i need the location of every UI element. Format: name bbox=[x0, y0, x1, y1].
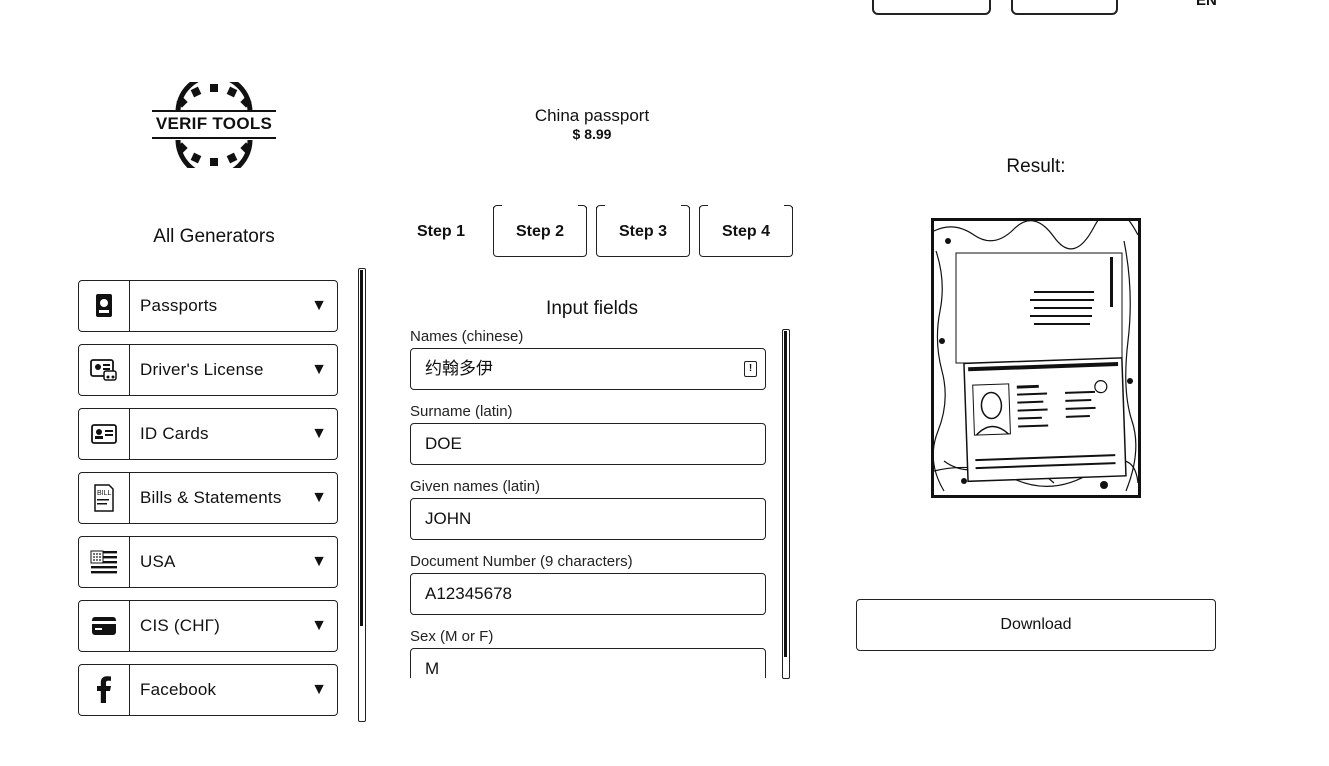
chevron-down-icon[interactable]: ▼ bbox=[301, 297, 337, 315]
passport-icon bbox=[79, 281, 130, 331]
generator-list: Passports ▼ Driver's License ▼ ID Cards … bbox=[78, 280, 338, 728]
sidebar-item-label: ID Cards bbox=[140, 424, 209, 443]
language-selector[interactable]: EN bbox=[1196, 0, 1217, 9]
input-value: 约翰多伊 bbox=[425, 359, 493, 378]
sidebar-item-label: CIS (СНГ) bbox=[140, 616, 220, 635]
credit-card-icon bbox=[79, 601, 130, 651]
verif-tools-logo[interactable]: VERIF TOOLS bbox=[148, 73, 280, 179]
chevron-down-icon[interactable]: ▼ bbox=[301, 425, 337, 443]
chevron-down-icon[interactable]: ▼ bbox=[301, 553, 337, 571]
tab-step-3[interactable]: Step 3 bbox=[596, 205, 690, 257]
sidebar-item-label: USA bbox=[140, 552, 176, 571]
surname-input[interactable]: DOE bbox=[410, 423, 766, 465]
bill-icon: BILL bbox=[79, 473, 130, 523]
field-label: Sex (M or F) bbox=[410, 628, 494, 645]
sidebar-item-usa[interactable]: USA ▼ bbox=[78, 536, 338, 588]
download-button[interactable]: Download bbox=[856, 599, 1216, 651]
tab-step-2[interactable]: Step 2 bbox=[493, 205, 587, 257]
document-number-input[interactable]: A12345678 bbox=[410, 573, 766, 615]
sidebar-item-label: Bills & Statements bbox=[140, 488, 282, 507]
warning-icon: ! bbox=[744, 361, 757, 377]
sidebar-item-label: Facebook bbox=[140, 680, 217, 699]
sidebar-item-id-cards[interactable]: ID Cards ▼ bbox=[78, 408, 338, 460]
chevron-down-icon[interactable]: ▼ bbox=[301, 361, 337, 379]
field-sex: Sex (M or F) M bbox=[410, 626, 770, 678]
passport-preview-image bbox=[931, 218, 1141, 498]
facebook-icon bbox=[79, 665, 130, 715]
product-title: China passport bbox=[534, 106, 650, 125]
field-surname: Surname (latin) DOE bbox=[410, 401, 770, 465]
sidebar-item-bills[interactable]: BILL Bills & Statements ▼ bbox=[78, 472, 338, 524]
sidebar-item-facebook[interactable]: Facebook ▼ bbox=[78, 664, 338, 716]
names-chinese-input[interactable]: 约翰多伊 ! bbox=[410, 348, 766, 390]
field-given-names: Given names (latin) JOHN bbox=[410, 476, 770, 540]
sidebar-item-label: Driver's License bbox=[140, 360, 264, 379]
result-title: Result: bbox=[1006, 156, 1066, 177]
chevron-down-icon[interactable]: ▼ bbox=[301, 617, 337, 635]
input-form: Names (chinese) 约翰多伊 ! Surname (latin) D… bbox=[410, 326, 770, 678]
drivers-license-icon bbox=[79, 345, 130, 395]
sex-input[interactable]: M bbox=[410, 648, 766, 678]
svg-text:BILL: BILL bbox=[97, 490, 112, 497]
input-value: JOHN bbox=[425, 509, 472, 528]
field-label: Given names (latin) bbox=[410, 478, 541, 495]
sidebar-item-drivers-license[interactable]: Driver's License ▼ bbox=[78, 344, 338, 396]
tab-step-1[interactable]: Step 1 bbox=[394, 207, 488, 257]
id-card-icon bbox=[79, 409, 130, 459]
chevron-down-icon[interactable]: ▼ bbox=[301, 489, 337, 507]
scrollbar-thumb[interactable] bbox=[784, 331, 787, 657]
input-value: M bbox=[425, 659, 440, 678]
sidebar-title: All Generators bbox=[153, 226, 275, 247]
sidebar-item-label: Passports bbox=[140, 296, 218, 315]
sidebar-item-cis[interactable]: CIS (СНГ) ▼ bbox=[78, 600, 338, 652]
header-button-2[interactable] bbox=[1011, 0, 1118, 15]
passport-photo-icon bbox=[934, 221, 1138, 495]
product-price: $ 8.99 bbox=[572, 126, 612, 142]
field-document-number: Document Number (9 characters) A12345678 bbox=[410, 551, 770, 615]
sidebar-item-passports[interactable]: Passports ▼ bbox=[78, 280, 338, 332]
sidebar-scrollbar[interactable] bbox=[358, 268, 366, 722]
given-names-input[interactable]: JOHN bbox=[410, 498, 766, 540]
input-fields-title: Input fields bbox=[546, 298, 638, 319]
field-label: Document Number (9 characters) bbox=[410, 553, 633, 570]
us-flag-icon bbox=[79, 537, 130, 587]
input-value: DOE bbox=[425, 434, 462, 453]
input-value: A12345678 bbox=[425, 584, 512, 603]
header-button-1[interactable] bbox=[872, 0, 991, 15]
chevron-down-icon[interactable]: ▼ bbox=[301, 681, 337, 699]
logo-text: VERIF TOOLS bbox=[155, 114, 273, 133]
field-label: Names (chinese) bbox=[410, 328, 524, 345]
field-names-chinese: Names (chinese) 约翰多伊 ! bbox=[410, 326, 770, 390]
form-scrollbar[interactable] bbox=[782, 329, 790, 679]
tab-step-4[interactable]: Step 4 bbox=[699, 205, 793, 257]
field-label: Surname (latin) bbox=[410, 403, 513, 420]
scrollbar-thumb[interactable] bbox=[360, 270, 363, 626]
